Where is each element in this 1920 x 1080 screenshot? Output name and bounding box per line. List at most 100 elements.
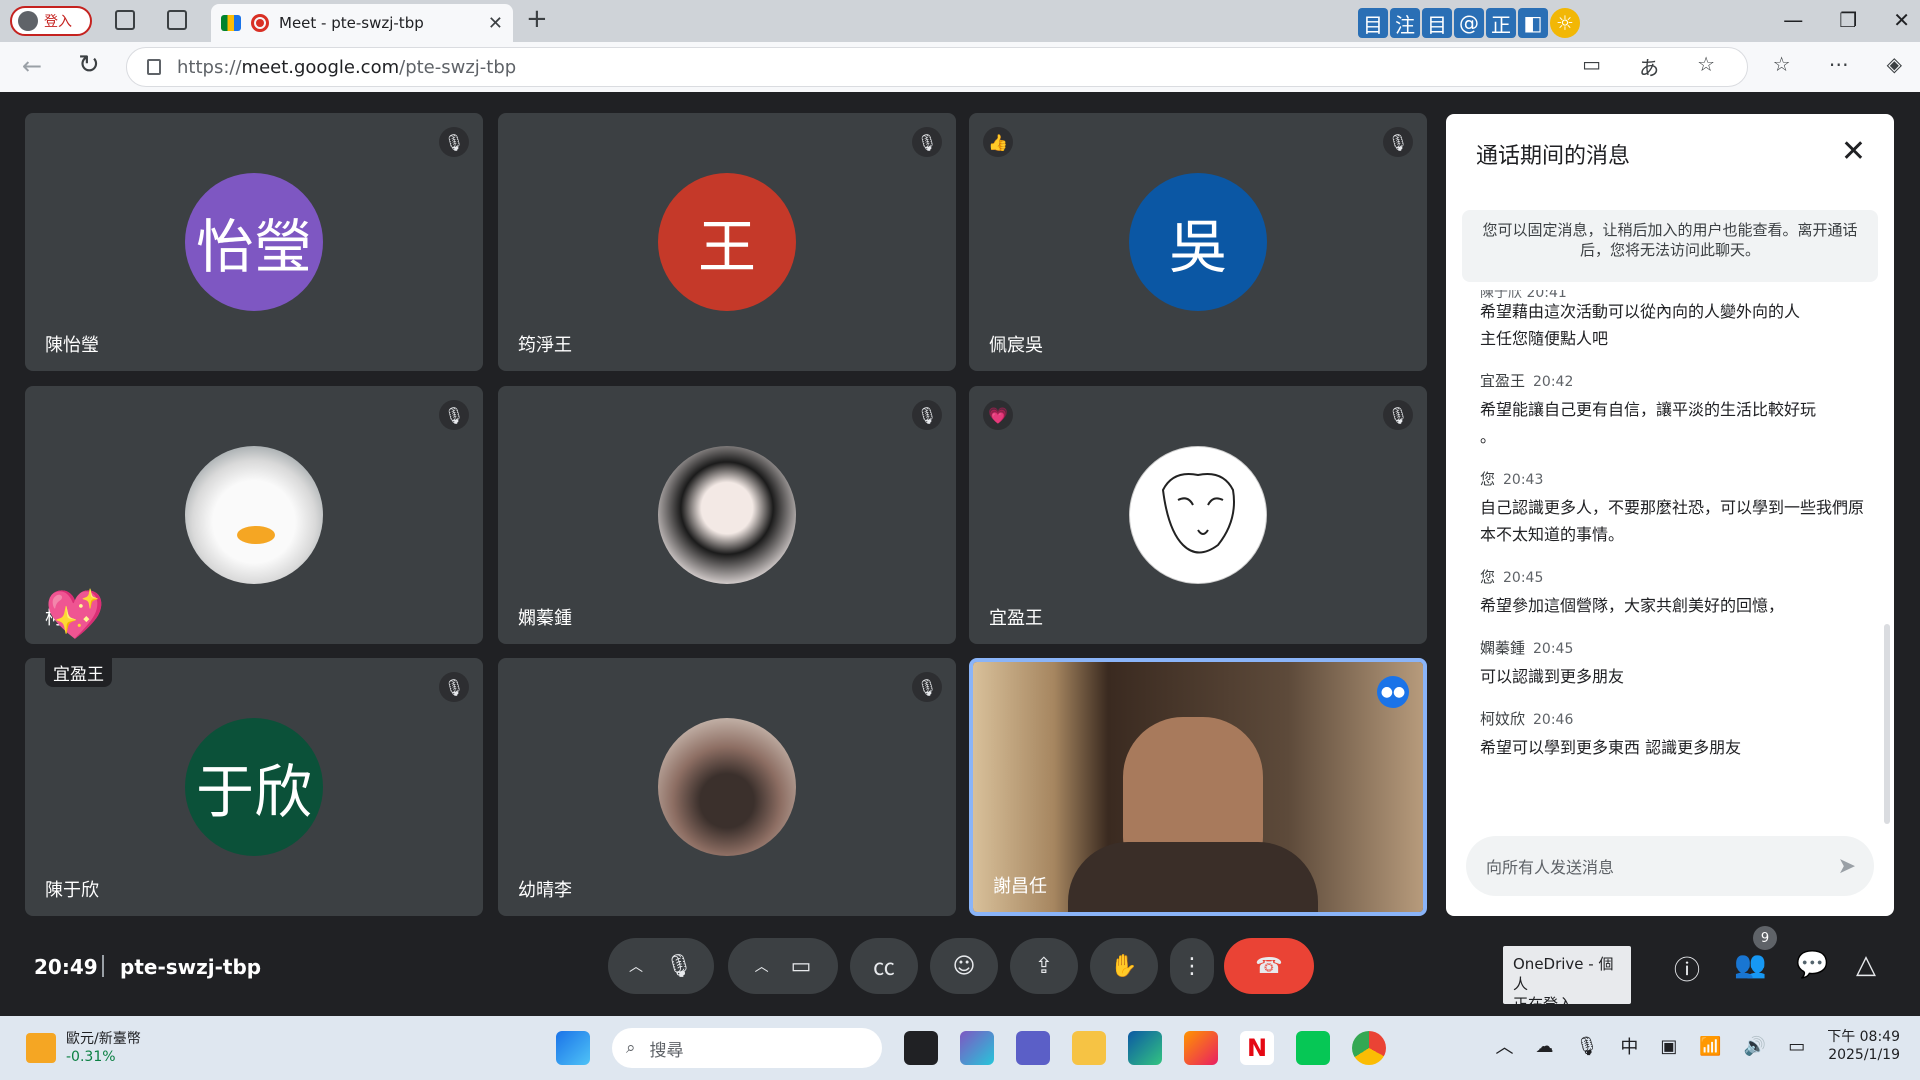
microphone-button[interactable]: ︿ 🎙	[608, 938, 714, 994]
extension-icon[interactable]: @	[1454, 8, 1484, 38]
message-text: 希望能讓自己更有自信，讓平淡的生活比較好玩	[1480, 400, 1817, 419]
taskbar-search[interactable]: ⌕ 搜尋	[612, 1028, 882, 1068]
participant-tile[interactable]: 👍 🎙 吳 佩宸吳	[969, 113, 1427, 371]
active-speaker-tile[interactable]: ●● 謝昌任	[969, 658, 1427, 916]
url-bar[interactable]: https://meet.google.com/pte-swzj-tbp	[126, 47, 1748, 87]
wifi-icon[interactable]: 📶	[1699, 1036, 1721, 1057]
taskbar-time: 下午 08:49	[1827, 1029, 1900, 1045]
onedrive-icon[interactable]: ☁	[1535, 1036, 1553, 1057]
window-controls: — ❐ ✕	[1783, 8, 1910, 32]
new-tab-button[interactable]: +	[526, 4, 548, 34]
tab-close-icon[interactable]: ✕	[488, 13, 503, 34]
participant-name: 幼晴李	[518, 880, 572, 901]
lock-icon[interactable]	[147, 59, 161, 75]
message-text: 希望可以學到更多東西 認識更多朋友	[1480, 738, 1742, 757]
mic-off-icon: 🎙	[439, 672, 469, 702]
more-menu-icon[interactable]: ⋯	[1829, 52, 1849, 76]
toast-line: OneDrive - 個人	[1513, 955, 1614, 993]
message-text: 可以認識到更多朋友	[1480, 667, 1625, 686]
profile-button[interactable]: 登入	[10, 6, 92, 36]
chrome-icon[interactable]	[1352, 1031, 1386, 1065]
copilot-icon[interactable]: ◈	[1887, 52, 1902, 76]
favorite-star-icon[interactable]: ☆	[1697, 52, 1715, 81]
onedrive-toast[interactable]: OneDrive - 個人 正在登入	[1503, 946, 1631, 1013]
input-mode-icon[interactable]: ▣	[1660, 1036, 1677, 1057]
message-text: 希望參加這個營隊，大家共創美好的回憶，	[1480, 596, 1785, 615]
back-arrow-icon[interactable]: ←	[22, 52, 42, 80]
volume-icon[interactable]: 🔊	[1744, 1036, 1766, 1057]
browser-actions: ☆ ⋯ ◈	[1773, 52, 1902, 76]
edge-icon[interactable]	[1128, 1031, 1162, 1065]
participant-tile[interactable]: 宜盈王 🎙 于欣 陳于欣	[25, 658, 483, 916]
camera-permission-icon[interactable]: ▭	[1582, 52, 1601, 81]
chat-input[interactable]: 向所有人发送消息 ➤	[1466, 836, 1874, 896]
file-explorer-icon[interactable]	[1072, 1031, 1106, 1065]
translate-icon[interactable]: あ	[1639, 52, 1659, 81]
video-options-chevron-icon[interactable]: ︿	[755, 956, 769, 976]
task-view-icon[interactable]	[904, 1031, 938, 1065]
battery-icon[interactable]: ▭	[1788, 1036, 1805, 1057]
chat-panel: 通话期间的消息 ✕ 您可以固定消息，让稍后加入的用户也能查看。离开通话后，您将无…	[1446, 114, 1894, 916]
mic-off-icon: 🎙	[1383, 400, 1413, 430]
workspaces-icon[interactable]	[115, 10, 135, 30]
browser-tab-meet[interactable]: Meet - pte-swzj-tbp ✕	[211, 4, 513, 42]
close-chat-icon[interactable]: ✕	[1841, 134, 1866, 169]
send-icon[interactable]: ➤	[1838, 854, 1856, 879]
chat-message-list[interactable]: 陳于欣 20:41 希望藉由這次活動可以從內向的人變外向的人 主任您隨便點人吧 …	[1480, 290, 1864, 790]
start-icon[interactable]	[556, 1031, 590, 1065]
activities-icon[interactable]: △	[1856, 950, 1876, 980]
chat-title: 通话期间的消息	[1476, 144, 1631, 169]
participant-tile[interactable]: 🎙 幼晴李	[498, 658, 956, 916]
hand-icon: ✋	[1110, 953, 1138, 979]
teams-icon[interactable]	[1016, 1031, 1050, 1065]
profile-avatar-icon	[18, 11, 38, 31]
extension-icon[interactable]: ◧	[1518, 8, 1548, 38]
chat-icon[interactable]: 💬	[1796, 950, 1828, 980]
extension-icon[interactable]: 注	[1390, 8, 1420, 38]
participant-tile[interactable]: 🎙 怡瑩 陳怡瑩	[25, 113, 483, 371]
firefox-icon[interactable]	[1184, 1031, 1218, 1065]
dog-sketch-icon	[1161, 473, 1235, 554]
restore-icon[interactable]: ❐	[1839, 8, 1857, 32]
camera-button[interactable]: ︿ ▭	[728, 938, 838, 994]
participant-name: 陳怡瑩	[45, 335, 99, 356]
participant-tile[interactable]: 💗 🎙 宜盈王	[969, 386, 1427, 644]
currency-change: -0.31%	[66, 1049, 116, 1065]
reactions-button[interactable]: ☺	[930, 938, 998, 994]
chat-scrollbar[interactable]	[1884, 624, 1890, 824]
minimize-icon[interactable]: —	[1783, 8, 1803, 32]
ime-icon[interactable]: 中	[1620, 1033, 1638, 1059]
recording-icon	[251, 14, 269, 32]
show-hidden-icons-chevron-icon[interactable]: ︿	[1495, 1033, 1513, 1059]
line-icon[interactable]	[1296, 1031, 1330, 1065]
participant-tile[interactable]: 🎙 嫻蓁鍾	[498, 386, 956, 644]
people-icon[interactable]: 👥	[1734, 950, 1766, 980]
captions-button[interactable]: ㏄	[850, 938, 918, 994]
extension-icon[interactable]: 目	[1358, 8, 1388, 38]
more-options-button[interactable]: ⋮	[1170, 938, 1214, 994]
tab-actions-icon[interactable]	[167, 10, 187, 30]
captions-icon: ㏄	[872, 956, 895, 981]
leave-call-button[interactable]: ☎	[1224, 938, 1314, 994]
favorites-icon[interactable]: ☆	[1773, 52, 1791, 76]
present-button[interactable]: ⇪	[1010, 938, 1078, 994]
meeting-info-icon[interactable]: ⓘ	[1674, 950, 1700, 987]
participant-tile[interactable]: 🎙 王 筠淨王	[498, 113, 956, 371]
raise-hand-button[interactable]: ✋	[1090, 938, 1158, 994]
taskbar-clock[interactable]: 下午 08:49 2025/1/19	[1827, 1028, 1900, 1064]
mic-off-icon: 🎙	[912, 127, 942, 157]
audio-options-chevron-icon[interactable]: ︿	[629, 956, 643, 976]
extension-icon[interactable]: ☼	[1550, 8, 1580, 38]
extension-icon[interactable]: 目	[1422, 8, 1452, 38]
netflix-icon[interactable]: N	[1240, 1031, 1274, 1065]
mic-tray-icon[interactable]: 🎙	[1575, 1036, 1598, 1057]
extension-toolbar: 目 注 目 @ 正 ◧ ☼	[1358, 8, 1580, 38]
extension-icon[interactable]: 正	[1486, 8, 1516, 38]
copilot-app-icon[interactable]	[960, 1031, 994, 1065]
mic-off-icon: 🎙	[1383, 127, 1413, 157]
currency-widget[interactable]: 歐元/新臺幣 -0.31%	[26, 1030, 141, 1066]
reload-icon[interactable]: ↻	[78, 50, 100, 80]
close-window-icon[interactable]: ✕	[1893, 8, 1910, 32]
participant-tile[interactable]: 🎙 柯 💖	[25, 386, 483, 644]
emoji-icon: ☺	[952, 953, 976, 979]
